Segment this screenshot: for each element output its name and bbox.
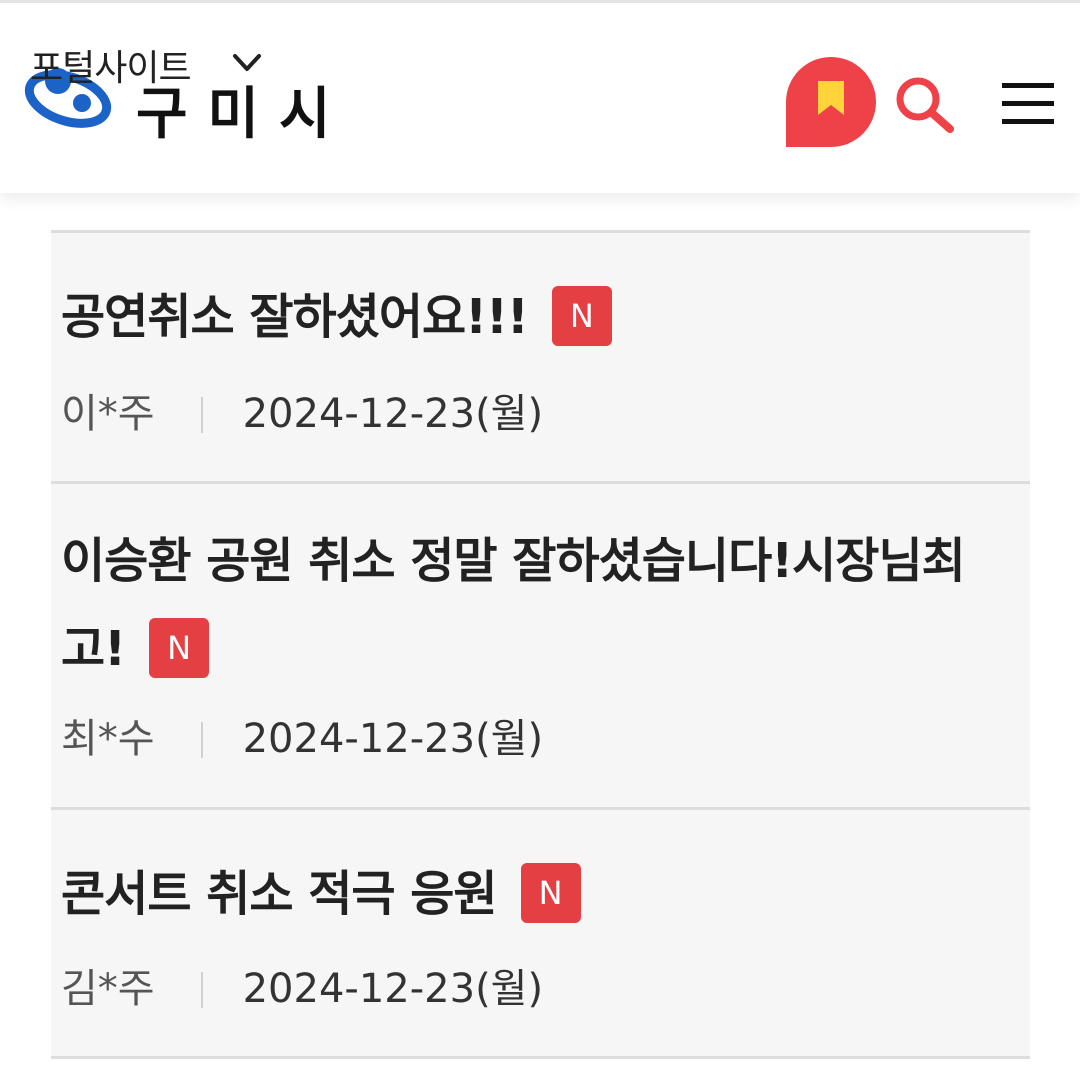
post-meta: 최*수 2024-12-23(월) xyxy=(61,706,543,764)
bookmark-icon xyxy=(818,81,844,115)
meta-divider xyxy=(200,722,203,758)
post-date: 2024-12-23(월) xyxy=(242,391,544,437)
post-meta: 이*주 2024-12-23(월) xyxy=(61,381,543,439)
post-title[interactable]: 이승환 공원 취소 정말 잘하셨습니다!시장님최고! N xyxy=(61,517,991,693)
search-icon[interactable] xyxy=(892,73,960,135)
post-title[interactable]: 공연취소 잘하셨어요!!! N xyxy=(61,273,991,361)
new-badge: N xyxy=(520,863,581,923)
post-list: 공연취소 잘하셨어요!!! N 이*주 2024-12-23(월) 이승환 공원 취… xyxy=(51,230,1030,1059)
post-date: 2024-12-23(월) xyxy=(242,966,544,1012)
new-badge: N xyxy=(149,618,210,678)
post-title-text[interactable]: 콘서트 취소 적극 응원 xyxy=(61,866,498,922)
post-title-text[interactable]: 공연취소 잘하셨어요!!! xyxy=(61,289,529,345)
post-author: 김*주 xyxy=(61,966,155,1012)
new-badge: N xyxy=(551,286,612,346)
meta-divider xyxy=(200,972,203,1008)
list-item[interactable]: 콘서트 취소 적극 응원 N 김*주 2024-12-23(월) xyxy=(51,807,1030,1059)
post-title[interactable]: 콘서트 취소 적극 응원 N xyxy=(61,850,991,938)
post-author: 이*주 xyxy=(61,391,155,437)
site-header: 포털사이트 구미시 xyxy=(0,3,1080,193)
bookmark-button[interactable] xyxy=(786,57,876,147)
city-name-title[interactable]: 구미시 xyxy=(136,69,351,150)
post-meta: 김*주 2024-12-23(월) xyxy=(61,956,543,1014)
list-item[interactable]: 이승환 공원 취소 정말 잘하셨습니다!시장님최고! N 최*수 2024-12-2… xyxy=(51,481,1030,807)
meta-divider xyxy=(200,397,203,433)
post-author: 최*수 xyxy=(61,716,155,762)
list-item[interactable]: 공연취소 잘하셨어요!!! N 이*주 2024-12-23(월) xyxy=(51,230,1030,481)
post-date: 2024-12-23(월) xyxy=(242,716,544,762)
hamburger-menu-icon[interactable] xyxy=(1002,81,1054,125)
